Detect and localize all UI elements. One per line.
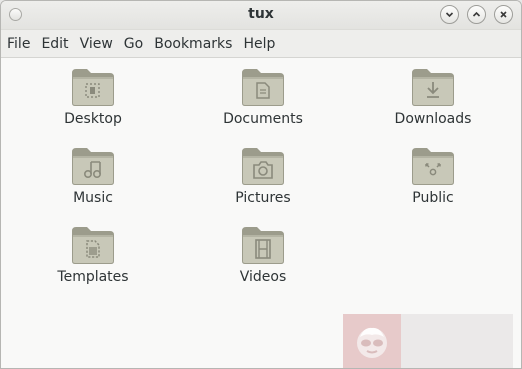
maximize-button[interactable]: [467, 5, 486, 24]
videos-folder-icon: [242, 227, 284, 264]
folder-label: Downloads: [394, 111, 472, 127]
close-icon: [500, 11, 507, 18]
documents-folder-icon: [242, 69, 284, 106]
public-folder-icon: [412, 148, 454, 185]
downloads-folder-icon: [412, 69, 454, 106]
mascot-icon: [357, 327, 387, 358]
folder-label: Music: [73, 190, 113, 206]
folder-label: Public: [412, 190, 454, 206]
folder-videos[interactable]: Videos: [203, 225, 323, 285]
chevron-up-icon: [472, 11, 481, 17]
folder-pictures[interactable]: Pictures: [203, 146, 323, 206]
menu-go[interactable]: Go: [124, 36, 143, 52]
close-button[interactable]: [494, 5, 513, 24]
music-folder-icon: [72, 148, 114, 185]
folder-music[interactable]: Music: [33, 146, 153, 206]
folder-label: Videos: [239, 269, 287, 285]
menu-view[interactable]: View: [80, 36, 113, 52]
folder-public[interactable]: Public: [373, 146, 493, 206]
templates-folder-icon: [72, 227, 114, 264]
minimize-button[interactable]: [440, 5, 459, 24]
pictures-folder-icon: [242, 148, 284, 185]
folder-downloads[interactable]: Downloads: [373, 67, 493, 127]
menu-bar: File Edit View Go Bookmarks Help: [1, 30, 521, 58]
folder-label: Desktop: [64, 111, 122, 127]
folder-label: Templates: [57, 269, 129, 285]
chevron-down-icon: [445, 12, 454, 18]
menu-edit[interactable]: Edit: [41, 36, 68, 52]
desktop-folder-icon: [72, 69, 114, 106]
icon-view: Desktop Documents Downloads Music Pictur…: [1, 58, 521, 368]
watermark-logo: [343, 314, 513, 368]
folder-label: Documents: [223, 111, 303, 127]
folder-label: Pictures: [235, 190, 291, 206]
menu-file[interactable]: File: [7, 36, 30, 52]
file-manager-window: tux File Edit View Go Bookmarks Help Des…: [0, 0, 522, 369]
folder-documents[interactable]: Documents: [203, 67, 323, 127]
folder-templates[interactable]: Templates: [33, 225, 153, 285]
menu-bookmarks[interactable]: Bookmarks: [154, 36, 232, 52]
menu-help[interactable]: Help: [243, 36, 275, 52]
title-bar[interactable]: tux: [1, 1, 521, 30]
folder-desktop[interactable]: Desktop: [33, 67, 153, 127]
